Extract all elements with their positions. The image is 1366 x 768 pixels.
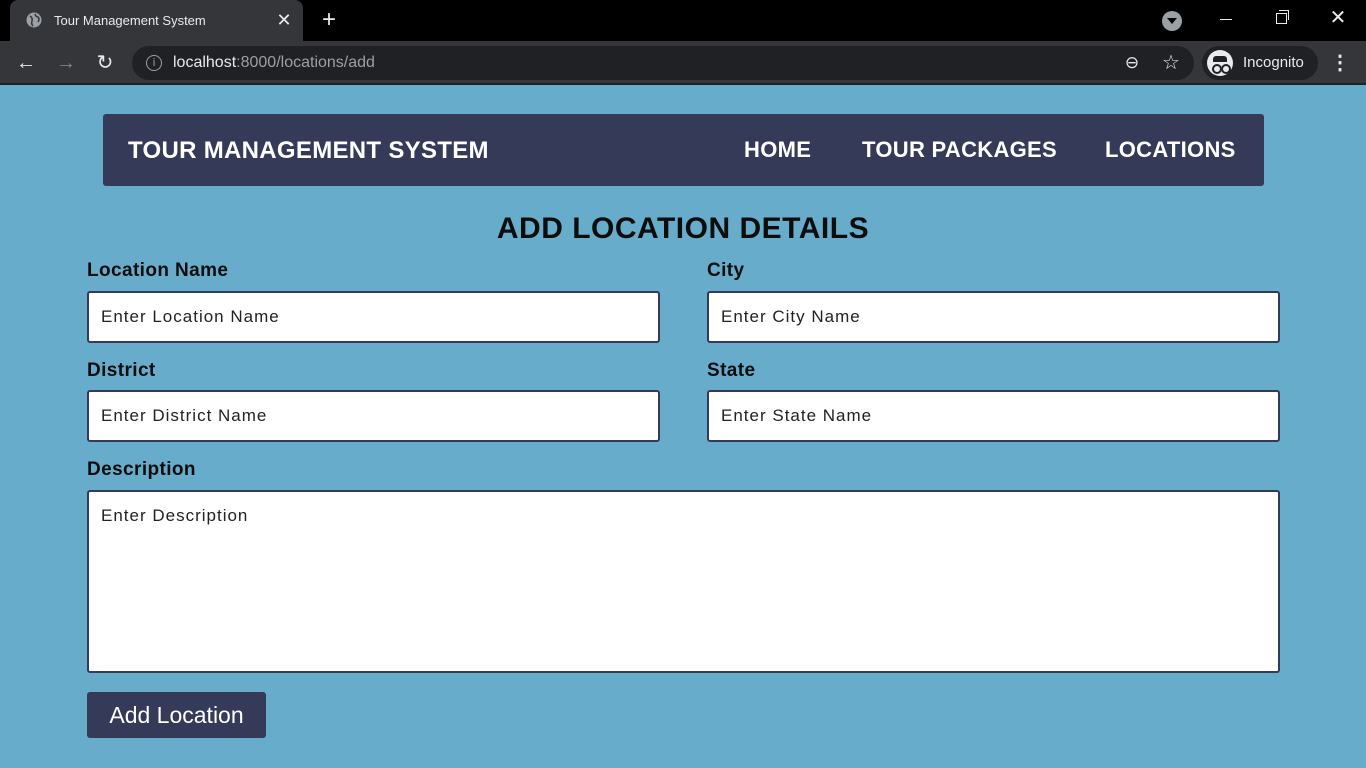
zoom-out-icon[interactable]: ⊖: [1122, 53, 1142, 73]
page-content: TOUR MANAGEMENT SYSTEM HOME TOUR PACKAGE…: [0, 87, 1366, 768]
location-name-input[interactable]: [87, 291, 660, 343]
reload-icon[interactable]: ↻: [93, 51, 117, 75]
profile-button[interactable]: Incognito: [1202, 46, 1318, 80]
minimize-icon[interactable]: [1220, 19, 1232, 20]
url-host: localhost: [173, 54, 237, 71]
browser-tab-strip: Tour Management System ✕ + ✕: [0, 0, 1366, 41]
district-input[interactable]: [87, 390, 660, 442]
browser-toolbar: ← → ↻ i localhost:8000/locations/add ⊖ ☆…: [0, 41, 1366, 85]
state-label: State: [707, 360, 756, 381]
description-textarea[interactable]: [87, 490, 1280, 673]
site-navbar: TOUR MANAGEMENT SYSTEM HOME TOUR PACKAGE…: [103, 114, 1264, 186]
tab-title: Tour Management System: [54, 13, 206, 28]
site-brand[interactable]: TOUR MANAGEMENT SYSTEM: [128, 137, 489, 165]
arrow-left-icon[interactable]: ←: [14, 51, 38, 75]
district-label: District: [87, 360, 156, 381]
plus-icon[interactable]: +: [318, 8, 340, 32]
nav-link-tour-packages[interactable]: TOUR PACKAGES: [862, 137, 1057, 163]
location-name-label: Location Name: [87, 260, 229, 281]
kebab-menu-icon[interactable]: ⋮: [1330, 51, 1350, 75]
tab-search-icon[interactable]: [1162, 11, 1182, 31]
description-label: Description: [87, 459, 196, 480]
close-icon[interactable]: ✕: [274, 10, 294, 30]
add-location-button[interactable]: Add Location: [87, 692, 266, 738]
city-input[interactable]: [707, 291, 1280, 343]
url-path: :8000/locations/add: [236, 54, 375, 71]
nav-link-locations[interactable]: LOCATIONS: [1105, 137, 1236, 163]
browser-tab[interactable]: Tour Management System ✕: [10, 0, 303, 41]
nav-link-home[interactable]: HOME: [744, 137, 811, 163]
profile-label: Incognito: [1243, 54, 1304, 71]
restore-icon[interactable]: [1276, 10, 1289, 24]
url-text[interactable]: localhost:8000/locations/add: [173, 54, 375, 72]
page-title: ADD LOCATION DETAILS: [496, 212, 870, 245]
star-icon[interactable]: ☆: [1160, 52, 1182, 74]
incognito-icon: [1207, 50, 1233, 76]
city-label: City: [707, 260, 745, 281]
address-bar[interactable]: i localhost:8000/locations/add ⊖ ☆: [132, 46, 1194, 80]
globe-icon: [26, 12, 42, 28]
arrow-right-icon[interactable]: →: [54, 51, 78, 75]
window-close-icon[interactable]: ✕: [1328, 8, 1348, 28]
state-input[interactable]: [707, 390, 1280, 442]
info-icon[interactable]: i: [146, 55, 162, 71]
